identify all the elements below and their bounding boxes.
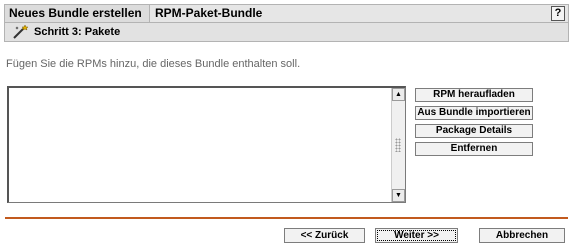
listbox-scrollbar[interactable]: ▲ ▼: [391, 88, 405, 202]
wand-icon: [13, 24, 29, 39]
bundle-type-title: RPM-Paket-Bundle: [155, 6, 263, 20]
scroll-down-button[interactable]: ▼: [392, 189, 405, 202]
title-bar: Neues Bundle erstellen RPM-Paket-Bundle …: [4, 4, 569, 23]
wizard-title: Neues Bundle erstellen: [5, 5, 150, 22]
remove-button[interactable]: Entfernen: [415, 142, 533, 156]
scroll-grip-icon[interactable]: [395, 138, 401, 152]
step-title: Schritt 3: Pakete: [34, 26, 121, 38]
step-bar: Schritt 3: Pakete: [4, 23, 569, 42]
upload-rpm-button[interactable]: RPM heraufladen: [415, 88, 533, 102]
help-button[interactable]: ?: [551, 6, 565, 21]
rpm-listbox[interactable]: ▲ ▼: [7, 86, 406, 203]
package-details-button[interactable]: Package Details: [415, 124, 533, 138]
cancel-button[interactable]: Abbrechen: [479, 228, 565, 243]
footer-divider: [5, 217, 568, 219]
import-from-bundle-button[interactable]: Aus Bundle importieren: [415, 106, 533, 120]
scroll-up-button[interactable]: ▲: [392, 88, 405, 101]
instruction-text: Fügen Sie die RPMs hinzu, die dieses Bun…: [6, 58, 301, 70]
next-button[interactable]: Weiter >>: [375, 228, 458, 243]
back-button[interactable]: << Zurück: [284, 228, 365, 243]
